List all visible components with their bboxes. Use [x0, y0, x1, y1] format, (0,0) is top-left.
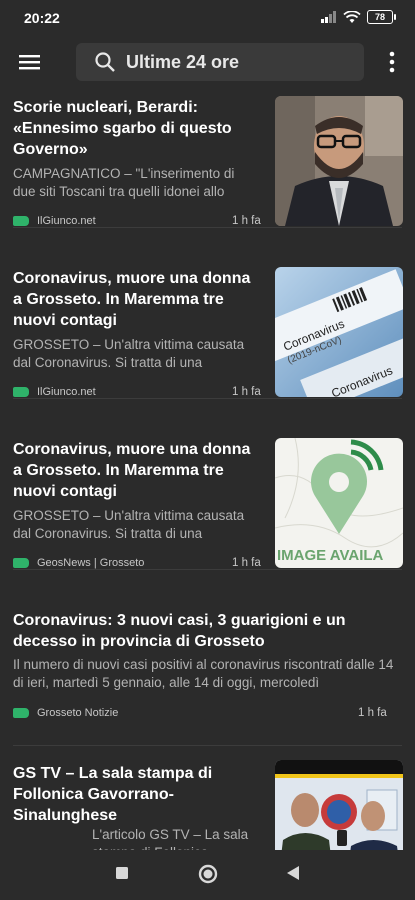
article-thumbnail — [275, 96, 403, 226]
article-snippet: GROSSETO – Un'altra vittima causata dal … — [13, 508, 245, 541]
source-tag-icon — [13, 558, 29, 568]
article-card[interactable]: Coronavirus, muore una donna a Grosseto.… — [0, 263, 415, 428]
source-tag-icon — [13, 216, 29, 226]
article-source: IlGiunco.net — [13, 385, 96, 399]
image-placeholder: IMAGE AVAILA — [275, 438, 403, 568]
status-bar: 20:22 78 — [0, 0, 415, 36]
thumb-text: IMAGE AVAILA — [277, 547, 384, 564]
source-name: GeosNews | Grosseto — [37, 557, 145, 569]
article-snippet: GROSSETO – Un'altra vittima causata dal … — [13, 337, 245, 370]
back-button[interactable] — [286, 865, 300, 881]
article-source: Grosseto Notizie — [13, 706, 118, 720]
battery-level: 78 — [374, 12, 385, 22]
article-snippet: Il numero di nuovi casi positivi al coro… — [13, 657, 394, 690]
system-icons: 78 — [321, 10, 396, 24]
battery-icon: 78 — [367, 10, 396, 24]
app-bar: Ultime 24 ore — [0, 40, 415, 84]
source-tag-icon — [13, 387, 29, 397]
article-source: GeosNews | Grosseto — [13, 556, 144, 570]
more-options-icon[interactable] — [387, 50, 397, 74]
source-tag-icon — [13, 708, 29, 718]
coronavirus-test-image: Coronavirus (2019-nCoV) Coronavirus — [275, 267, 403, 397]
hamburger-menu-icon[interactable] — [18, 50, 42, 74]
article-title: Coronavirus, muore una donna a Grosseto.… — [13, 270, 251, 329]
article-title: Coronavirus, muore una donna a Grosseto.… — [13, 441, 251, 500]
search-bar[interactable]: Ultime 24 ore — [76, 43, 364, 81]
article-snippet: CAMPAGNATICO – "L'inserimento di due sit… — [13, 166, 235, 199]
article-title: GS TV – La sala stampa di Follonica Gavo… — [13, 765, 213, 824]
signal-icon — [321, 11, 336, 23]
article-card[interactable]: GS TV – La sala stampa di Follonica Gavo… — [0, 758, 415, 850]
search-icon — [95, 52, 115, 72]
divider — [13, 569, 402, 570]
article-thumbnail — [275, 760, 403, 850]
article-card[interactable]: Coronavirus, muore una donna a Grosseto.… — [0, 434, 415, 599]
divider — [13, 745, 402, 746]
home-button[interactable] — [198, 864, 218, 884]
article-time: 1 h fa — [232, 386, 261, 398]
system-nav-bar — [0, 850, 415, 900]
portrait-image — [275, 96, 403, 226]
article-source: IlGiunco.net — [13, 214, 96, 228]
article-title: Scorie nucleari, Berardi: «Ennesimo sgar… — [13, 99, 232, 158]
source-name: IlGiunco.net — [37, 386, 96, 398]
source-name: Grosseto Notizie — [37, 707, 119, 719]
article-card[interactable]: Coronavirus: 3 nuovi casi, 3 guarigioni … — [0, 605, 415, 745]
article-thumbnail: IMAGE AVAILA — [275, 438, 403, 568]
article-card[interactable]: Scorie nucleari, Berardi: «Ennesimo sgar… — [0, 92, 415, 257]
article-time: 1 h fa — [232, 215, 261, 227]
source-name: IlGiunco.net — [37, 215, 96, 227]
recents-button[interactable] — [115, 866, 129, 880]
wifi-icon — [343, 10, 361, 23]
search-query: Ultime 24 ore — [126, 51, 240, 72]
divider — [13, 227, 402, 228]
article-time: 1 h fa — [232, 557, 261, 569]
article-thumbnail: Coronavirus (2019-nCoV) Coronavirus — [275, 267, 403, 397]
article-time: 1 h fa — [358, 707, 387, 719]
article-title: Coronavirus: 3 nuovi casi, 3 guarigioni … — [13, 612, 346, 650]
article-snippet: L'articolo GS TV – La sala stampa di Fol… — [92, 827, 249, 850]
divider — [13, 398, 402, 399]
interview-image — [275, 760, 403, 850]
clock: 20:22 — [24, 10, 60, 26]
news-feed[interactable]: Scorie nucleari, Berardi: «Ennesimo sgar… — [0, 92, 415, 850]
